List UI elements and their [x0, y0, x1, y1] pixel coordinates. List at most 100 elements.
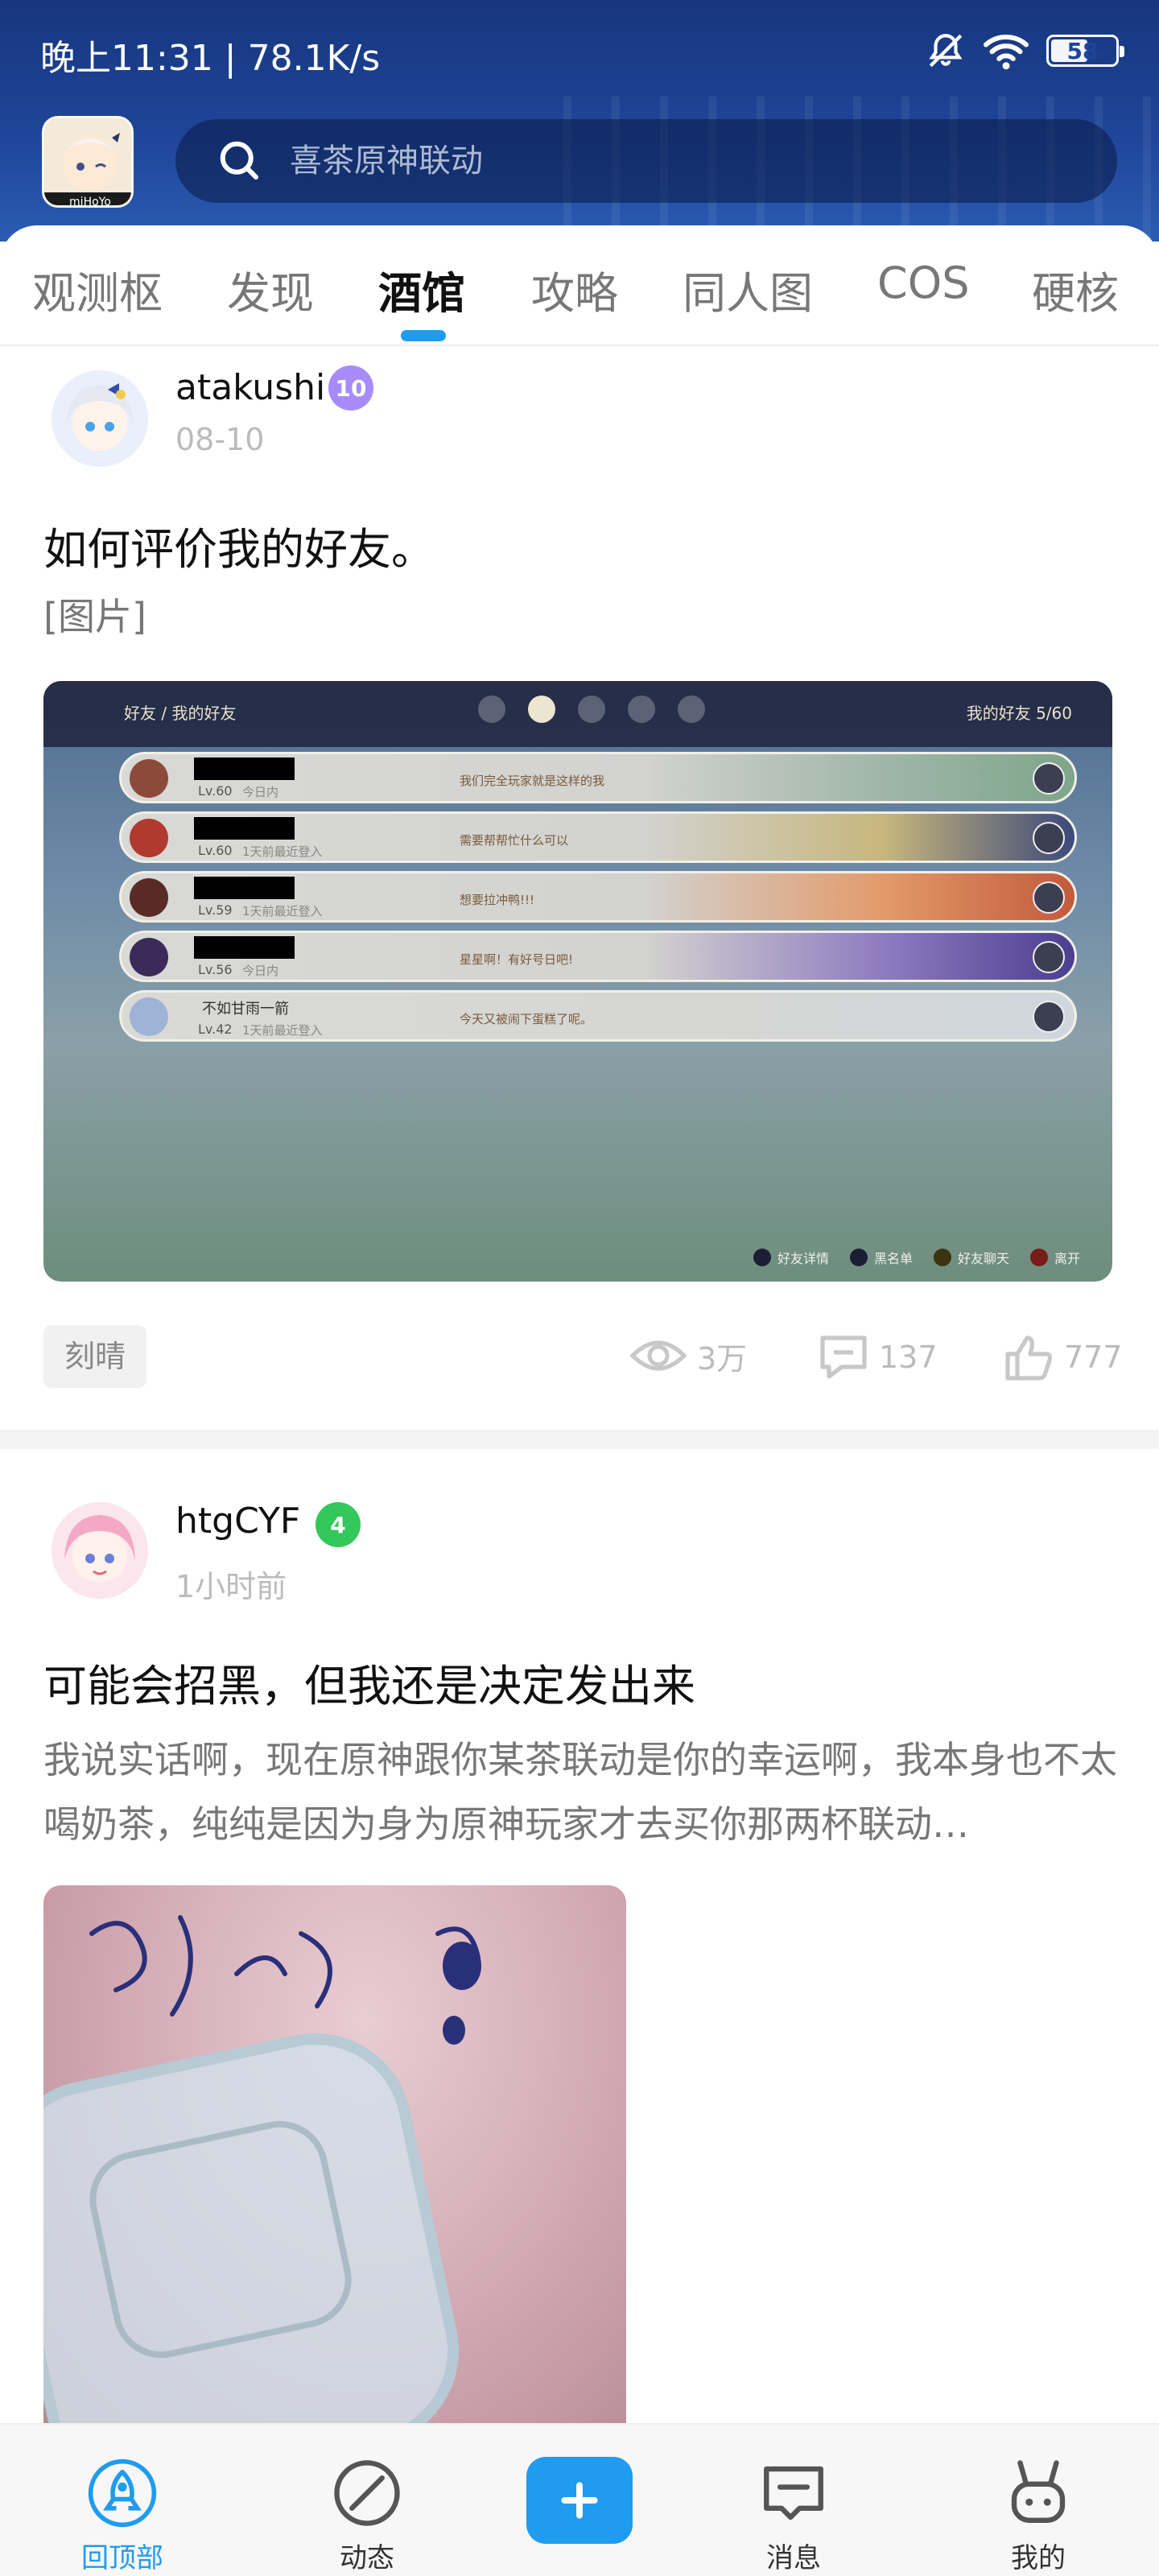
nav-messages[interactable]: 消息	[737, 2457, 850, 2575]
message-icon	[764, 2466, 823, 2520]
nav-mine-label: 我的	[1011, 2542, 1066, 2574]
game-tab-icon	[478, 696, 505, 723]
search-input[interactable]	[288, 142, 1013, 180]
post-title[interactable]: 如何评价我的好友。	[43, 514, 435, 577]
nav-home-label: 回顶部	[81, 2542, 163, 2574]
game-friend-message: 星星啊！有好号日吧!	[460, 952, 574, 967]
tab-cos[interactable]: COS	[877, 258, 970, 308]
game-friend-row: Lv.59 1天前最近登入 想要拉冲鸭!!!	[119, 871, 1077, 923]
game-friend-avatar	[130, 819, 168, 857]
post-time: 1小时前	[175, 1569, 287, 1604]
robot-bunny-icon	[1011, 2460, 1066, 2523]
game-friend-message: 我们完全玩家就是这样的我	[460, 774, 605, 788]
rocket-icon	[88, 2458, 157, 2528]
game-friend-level: Lv.56	[198, 962, 233, 977]
post-time: 08-10	[175, 422, 265, 457]
game-friend-status: 1天前最近登入	[242, 844, 323, 859]
like-count[interactable]: 777	[1003, 1333, 1123, 1381]
bottom-navigation: 回顶部 动态 消息 我的	[0, 2423, 1159, 2576]
game-bottombar: 好友详情 黑名单 好友聊天 离开	[43, 1233, 1112, 1282]
game-tab-icon	[628, 696, 655, 723]
redacted-name	[194, 877, 295, 899]
game-friend-level: Lv.42	[198, 1022, 233, 1037]
game-button: 好友聊天	[933, 1248, 1009, 1267]
game-friend-status: 今日内	[242, 785, 279, 799]
post-body[interactable]: [图片]	[43, 584, 1122, 649]
status-time-speed: 晚上11:31 | 78.1K/s	[40, 38, 381, 79]
post-image-milk-tea[interactable]	[43, 1885, 626, 2433]
nav-feed[interactable]: 动态	[311, 2457, 423, 2575]
svg-text:miHoYo: miHoYo	[69, 196, 111, 208]
redacted-name	[194, 936, 295, 959]
topic-tag[interactable]: 刻晴	[43, 1325, 147, 1388]
chat-icon	[1033, 1001, 1065, 1033]
view-count: 3万	[629, 1333, 747, 1378]
game-friend-name: 不如甘雨一箭	[202, 1001, 289, 1018]
battery-icon: 58	[1046, 35, 1124, 67]
tab-guides[interactable]: 攻略	[531, 258, 618, 321]
tab-hardcore[interactable]: 硬核	[1032, 258, 1119, 321]
post-title[interactable]: 可能会招黑，但我还是决定发出来	[43, 1650, 695, 1714]
chat-icon	[1033, 941, 1065, 973]
game-friend-avatar	[130, 759, 168, 798]
game-friend-status: 1天前最近登入	[242, 1023, 323, 1038]
battery-level: 58	[1066, 37, 1099, 64]
plus-icon	[561, 2482, 598, 2519]
bell-muted-icon	[929, 34, 963, 68]
chat-icon	[1033, 822, 1065, 854]
game-friend-message: 今天又被闹下蛋糕了呢。	[460, 1012, 593, 1026]
game-friend-message: 想要拉冲鸭!!!	[460, 893, 535, 907]
author-avatar[interactable]	[52, 370, 148, 467]
compass-icon	[334, 2460, 400, 2526]
game-friend-status: 1天前最近登入	[242, 904, 323, 919]
game-button: 黑名单	[849, 1248, 913, 1267]
game-friend-level: Lv.60	[198, 843, 233, 858]
redacted-name	[194, 758, 295, 780]
nav-feed-label: 动态	[340, 2542, 394, 2574]
game-friend-avatar	[130, 938, 168, 976]
avatar-image	[52, 370, 148, 467]
game-tab-icon	[678, 696, 705, 723]
game-friend-avatar	[130, 997, 168, 1036]
level-badge: 4	[316, 1502, 361, 1547]
author-name[interactable]: atakushi	[175, 367, 325, 408]
search-bar[interactable]	[175, 119, 1117, 203]
post-image-game-friends[interactable]: 好友 / 我的好友 我的好友 5/60 Lv.60 今日内 我们完全玩家就是这样…	[43, 681, 1112, 1282]
tab-tavern[interactable]: 酒馆	[378, 258, 465, 321]
tab-observatory[interactable]: 观测枢	[32, 258, 163, 321]
app-logo[interactable]: miHoYo	[42, 116, 134, 208]
category-tabs: 观测枢 发现 酒馆 攻略 同人图 COS 硬核	[0, 225, 1159, 346]
chat-icon	[1033, 881, 1065, 914]
post-divider	[0, 1430, 1159, 1449]
thumbs-up-icon	[1005, 1335, 1053, 1381]
tab-active-indicator	[401, 330, 446, 341]
paimon-avatar-icon: miHoYo	[44, 118, 131, 208]
author-avatar[interactable]	[52, 1502, 148, 1599]
post-body[interactable]: 我说实话啊，现在原神跟你某茶联动是你的幸运啊，我本身也不太喝奶茶，纯纯是因为身为…	[43, 1728, 1122, 1856]
chat-icon	[1033, 762, 1065, 795]
wifi-icon	[984, 35, 1029, 70]
game-tab-icon	[578, 696, 605, 723]
game-breadcrumb: 好友 / 我的好友	[124, 704, 237, 723]
game-friend-status: 今日内	[242, 964, 279, 978]
status-icons: 58	[926, 31, 1124, 71]
game-friend-message: 需要帮帮忙什么可以	[460, 833, 569, 848]
game-tab-icon	[528, 696, 555, 723]
game-friend-row: Lv.60 1天前最近登入 需要帮帮忙什么可以	[119, 811, 1077, 863]
tab-discover[interactable]: 发现	[227, 258, 314, 321]
create-post-button[interactable]	[526, 2457, 633, 2544]
comment-icon	[820, 1335, 867, 1379]
game-friend-count: 我的好友 5/60	[966, 704, 1072, 723]
game-friend-row: Lv.60 今日内 我们完全玩家就是这样的我	[119, 752, 1077, 803]
tab-fanart[interactable]: 同人图	[683, 258, 813, 321]
game-friend-row: Lv.56 今日内 星星啊！有好号日吧!	[119, 931, 1077, 982]
game-button: 离开	[1029, 1248, 1080, 1267]
comment-count[interactable]: 137	[818, 1333, 938, 1381]
author-name[interactable]: htgCYF	[175, 1501, 300, 1542]
game-tab-icons	[478, 696, 705, 723]
status-bar: 晚上11:31 | 78.1K/s 58	[40, 24, 1124, 80]
avatar-image	[52, 1502, 148, 1599]
nav-mine[interactable]: 我的	[982, 2457, 1095, 2575]
nav-home[interactable]: 回顶部	[66, 2457, 179, 2575]
game-friend-row: 不如甘雨一箭 Lv.42 1天前最近登入 今天又被闹下蛋糕了呢。	[119, 990, 1077, 1042]
